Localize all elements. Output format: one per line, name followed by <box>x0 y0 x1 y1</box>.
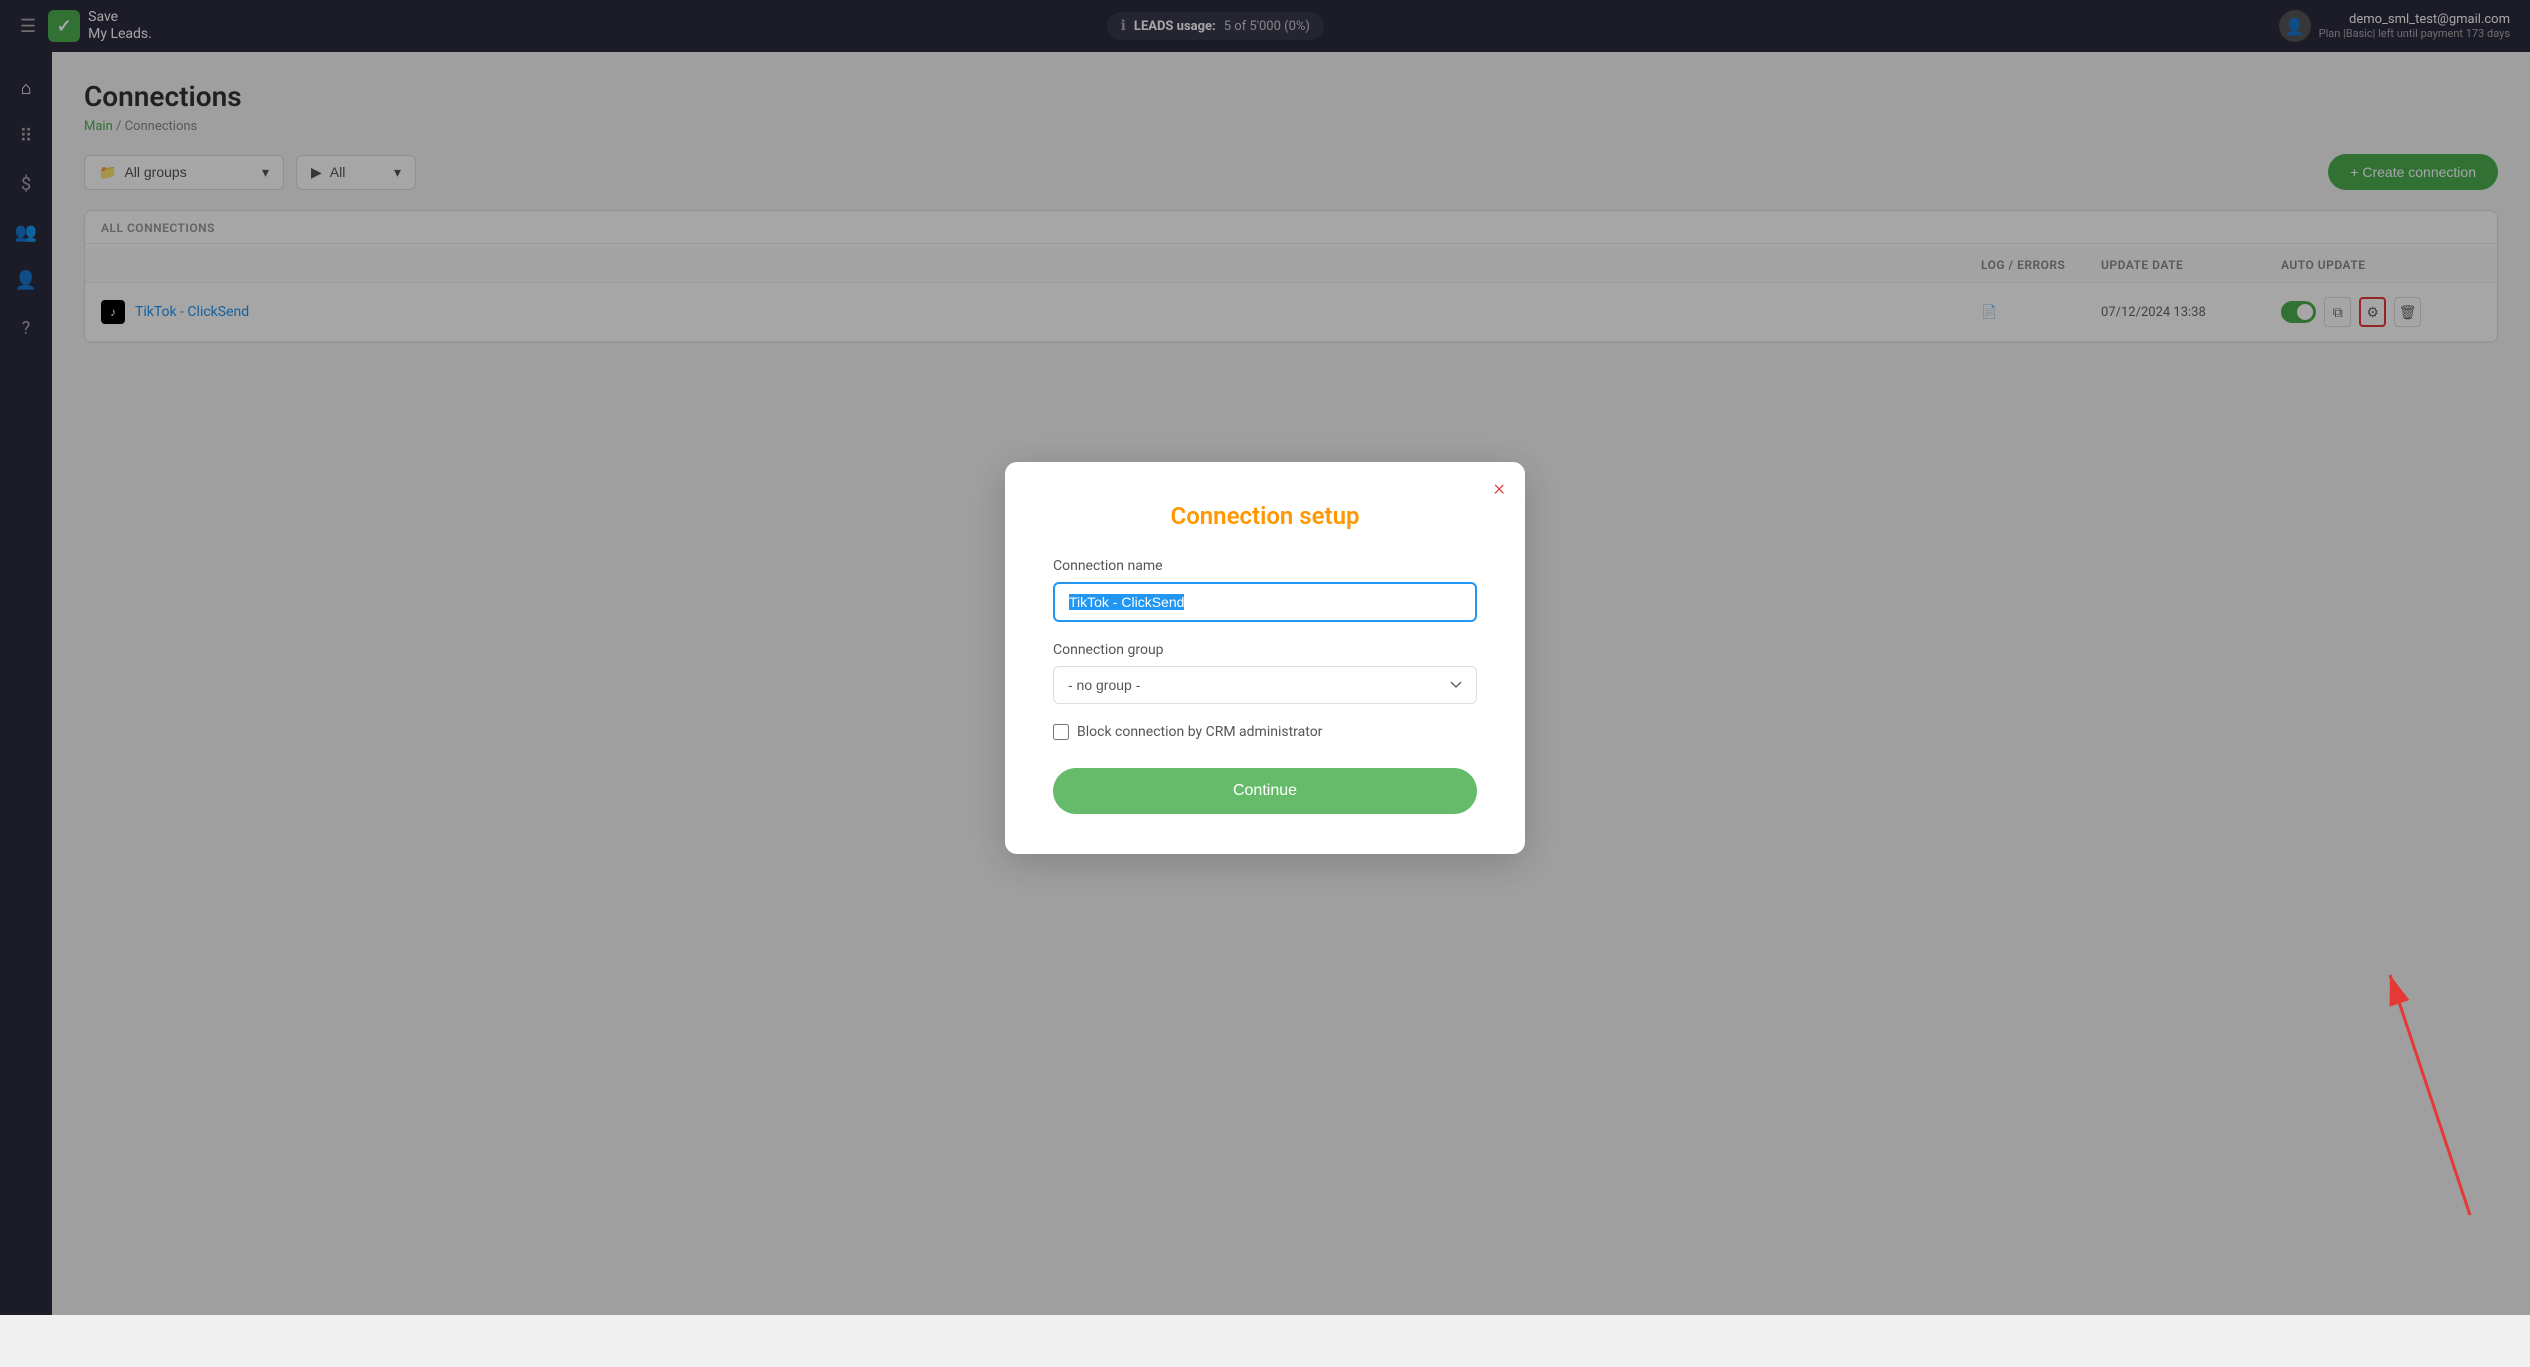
connection-group-group: Connection group - no group - <box>1053 642 1477 704</box>
connection-name-label: Connection name <box>1053 558 1477 574</box>
connection-name-input[interactable] <box>1053 582 1477 622</box>
modal-title: Connection setup <box>1053 502 1477 530</box>
continue-button[interactable]: Continue <box>1053 768 1477 814</box>
connection-group-select[interactable]: - no group - <box>1053 666 1477 704</box>
modal-close-button[interactable]: × <box>1493 478 1505 500</box>
block-connection-checkbox[interactable] <box>1053 724 1069 740</box>
connection-name-group: Connection name <box>1053 558 1477 622</box>
connection-group-label: Connection group <box>1053 642 1477 658</box>
connection-setup-modal: × Connection setup Connection name Conne… <box>1005 462 1525 854</box>
block-connection-label: Block connection by CRM administrator <box>1077 724 1322 740</box>
modal-overlay: × Connection setup Connection name Conne… <box>0 0 2530 1315</box>
block-connection-group: Block connection by CRM administrator <box>1053 724 1477 740</box>
